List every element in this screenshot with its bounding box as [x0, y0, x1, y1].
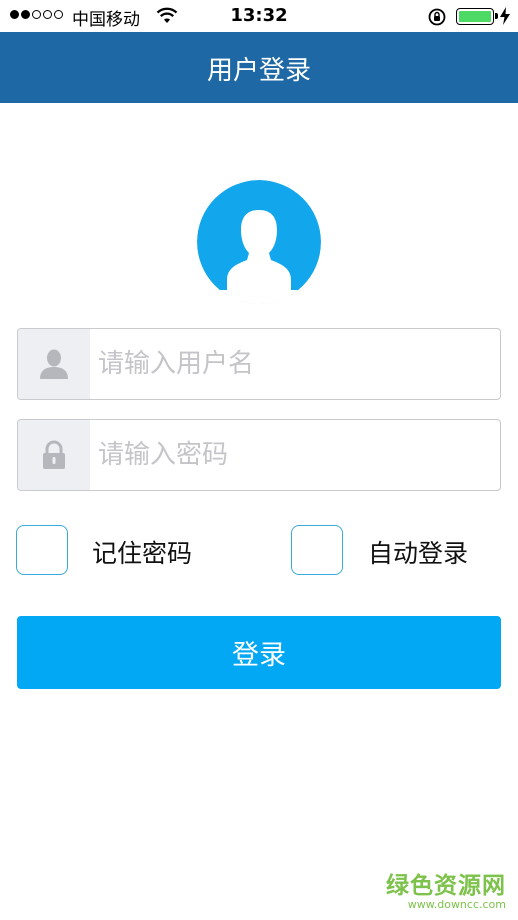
battery-icon: [456, 8, 498, 25]
username-field[interactable]: [17, 328, 501, 400]
watermark: 绿色资源网 www.downcc.com: [376, 866, 506, 911]
lock-icon: [18, 420, 90, 490]
charging-icon: [499, 6, 511, 31]
user-icon: [18, 329, 90, 399]
status-bar: 中国移动 13:32: [0, 0, 518, 32]
navigation-bar: 用户登录: [0, 32, 518, 103]
page-title: 用户登录: [206, 56, 311, 86]
user-avatar-icon: [197, 180, 321, 304]
password-field[interactable]: [17, 419, 501, 491]
login-button[interactable]: 登录: [17, 616, 501, 689]
auto-login-checkbox[interactable]: [291, 525, 343, 575]
remember-password-checkbox[interactable]: [16, 525, 68, 575]
username-input[interactable]: [98, 329, 493, 399]
remember-password-label[interactable]: 记住密码: [92, 534, 192, 570]
auto-login-label[interactable]: 自动登录: [368, 534, 468, 570]
watermark-text: 绿色资源网: [386, 873, 506, 899]
password-input[interactable]: [98, 420, 493, 490]
rotation-lock-icon: [427, 7, 447, 32]
